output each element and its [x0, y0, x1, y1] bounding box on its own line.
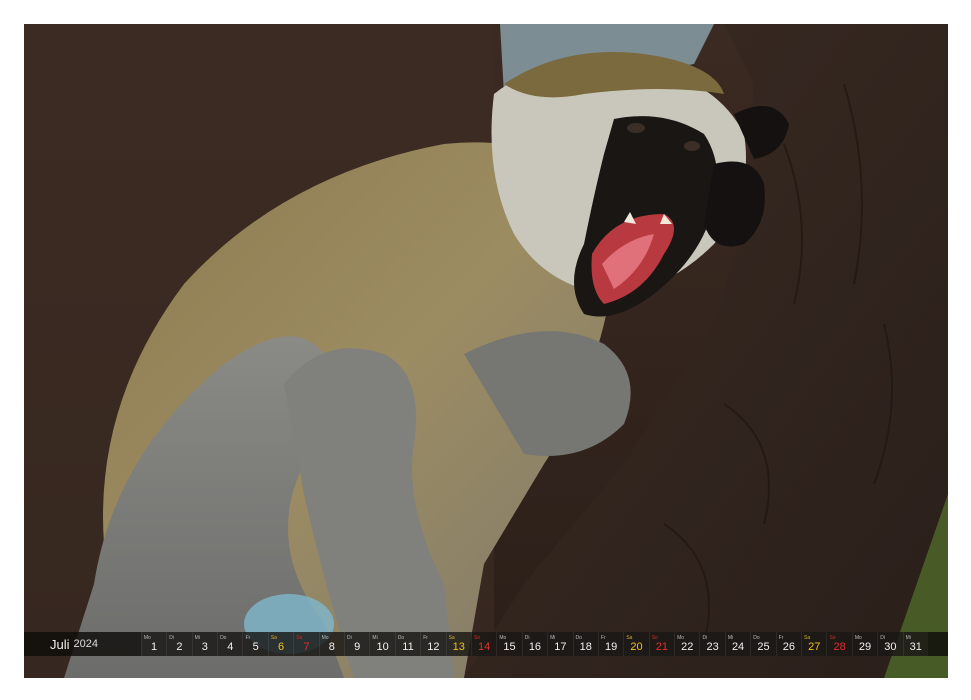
- day-number: 6: [277, 641, 285, 653]
- day-number: 29: [858, 641, 872, 653]
- weekday-label: Mi: [194, 635, 200, 641]
- weekday-label: Di: [169, 635, 175, 641]
- day-number: 18: [579, 641, 592, 653]
- day-cell: Sa 27: [801, 632, 827, 656]
- day-cell: Fr 26: [775, 632, 802, 656]
- weekday-label: Mo: [321, 635, 329, 641]
- day-cell: So 14: [470, 632, 497, 656]
- day-cell: Fr 12: [420, 632, 446, 656]
- day-number: 10: [376, 641, 389, 653]
- day-cell: Di 23: [699, 632, 725, 656]
- day-cell: Mi 10: [369, 632, 395, 656]
- day-number: 1: [151, 641, 158, 653]
- day-cell: Mi 3: [191, 632, 218, 656]
- day-cell: Di 16: [521, 632, 548, 656]
- day-number: 13: [452, 641, 465, 653]
- day-number: 22: [681, 641, 694, 653]
- day-number: 19: [604, 641, 618, 653]
- day-cell: Sa 13: [445, 632, 471, 656]
- weekday-label: So: [296, 635, 303, 641]
- weekday-label: Do: [220, 635, 227, 641]
- year-label: 2024: [73, 638, 98, 650]
- day-cell: Mo 22: [674, 632, 700, 656]
- day-number: 16: [528, 641, 542, 653]
- day-number: 30: [884, 641, 897, 653]
- day-cell: Mo 29: [851, 632, 878, 656]
- day-number: 14: [478, 641, 491, 653]
- day-number: 21: [655, 641, 669, 653]
- day-cell: Di 9: [344, 632, 370, 656]
- day-list: Mo 1 Di 2 Mi 3 Do 4 Fr 5 Sa 6 So 7 Mo 8 Di 9 Mi 10 Do 11 Fr 12 S…: [140, 632, 948, 656]
- day-number: 3: [201, 641, 208, 653]
- day-number: 17: [554, 641, 567, 653]
- day-number: 25: [757, 641, 770, 653]
- weekday-label: Fr: [245, 635, 251, 641]
- day-number: 9: [354, 641, 361, 653]
- day-number: 28: [833, 641, 846, 653]
- day-cell: So 21: [648, 632, 675, 656]
- day-cell: Di 30: [877, 632, 903, 656]
- day-number: 4: [227, 641, 234, 653]
- weekday-label: Di: [347, 635, 352, 641]
- day-cell: Mi 17: [547, 632, 573, 656]
- day-cell: Do 18: [572, 632, 598, 656]
- day-cell: So 7: [293, 632, 319, 656]
- day-cell: Do 11: [394, 632, 421, 656]
- monkey-illustration: [24, 24, 948, 678]
- calendar-strip: Juli 2024 Mo 1 Di 2 Mi 3 Do 4 Fr 5 Sa 6 So 7 Mo 8 Di 9 Mi 1…: [24, 632, 948, 656]
- day-number: 27: [808, 641, 821, 653]
- day-number: 11: [402, 641, 414, 653]
- day-number: 26: [782, 641, 795, 653]
- month-name: Juli: [50, 636, 70, 652]
- day-number: 5: [252, 641, 259, 653]
- day-number: 7: [303, 641, 310, 653]
- day-number: 20: [630, 641, 643, 653]
- weekday-label: Sa: [270, 635, 277, 641]
- day-number: 2: [176, 641, 183, 653]
- day-cell: Do 4: [217, 632, 243, 656]
- day-cell: Mi 31: [902, 632, 928, 656]
- day-number: 24: [731, 641, 745, 653]
- day-cell: Sa 20: [623, 632, 649, 656]
- day-cell: Do 25: [750, 632, 776, 656]
- day-cell: Mi 24: [724, 632, 751, 656]
- day-number: 8: [328, 641, 335, 653]
- month-label: Juli 2024: [24, 632, 141, 656]
- calendar-photo: [24, 24, 948, 678]
- day-number: 15: [503, 641, 516, 653]
- day-number: 31: [909, 641, 922, 653]
- day-number: 12: [427, 641, 440, 653]
- day-cell: So 28: [826, 632, 852, 656]
- day-cell: Mo 15: [496, 632, 522, 656]
- day-cell: Sa 6: [267, 632, 294, 656]
- weekday-label: Mo: [143, 635, 151, 641]
- day-cell: Di 2: [166, 632, 192, 656]
- day-number: 23: [706, 641, 719, 653]
- day-cell: Fr 5: [242, 632, 268, 656]
- day-cell: Mo 1: [140, 632, 167, 656]
- day-cell: Mo 8: [318, 632, 345, 656]
- day-cell: Fr 19: [597, 632, 624, 656]
